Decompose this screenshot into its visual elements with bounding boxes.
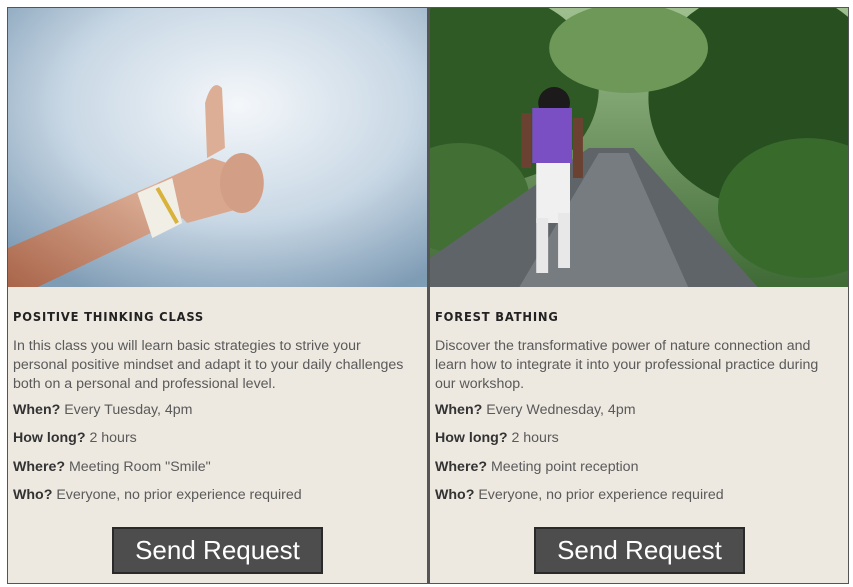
who-value: Everyone, no prior experience required (52, 487, 302, 503)
howlong-row: How long? 2 hours (435, 430, 559, 446)
who-value: Everyone, no prior experience required (474, 487, 724, 503)
where-row: Where? Meeting Room "Smile" (13, 459, 211, 475)
who-row: Who? Everyone, no prior experience requi… (13, 487, 302, 503)
card-description: Discover the transformative power of nat… (435, 338, 819, 392)
where-label: Where? (435, 459, 488, 475)
send-request-button[interactable]: Send Request (112, 527, 323, 574)
class-card-forest-bathing: FOREST BATHING Discover the transformati… (428, 7, 849, 584)
howlong-row: How long? 2 hours (13, 430, 137, 446)
howlong-label: How long? (435, 430, 508, 446)
when-row: When? Every Tuesday, 4pm (13, 402, 193, 418)
when-value: Every Wednesday, 4pm (482, 402, 636, 418)
howlong-value: 2 hours (507, 430, 559, 446)
card-description: In this class you will learn basic strat… (13, 338, 404, 392)
card-body: POSITIVE THINKING CLASS In this class yo… (13, 309, 419, 394)
class-card-positive-thinking: POSITIVE THINKING CLASS In this class yo… (7, 7, 428, 584)
card-title: POSITIVE THINKING CLASS (13, 309, 205, 324)
forest-path-photo (430, 8, 848, 287)
when-label: When? (13, 402, 61, 418)
who-label: Who? (435, 487, 475, 503)
howlong-label: How long? (13, 430, 86, 446)
where-label: Where? (13, 459, 66, 475)
thumbs-up-photo (8, 8, 427, 287)
who-label: Who? (13, 487, 53, 503)
card-body: FOREST BATHING Discover the transformati… (435, 309, 840, 394)
when-value: Every Tuesday, 4pm (60, 402, 193, 418)
where-value: Meeting point reception (487, 459, 639, 475)
who-row: Who? Everyone, no prior experience requi… (435, 487, 724, 503)
when-label: When? (435, 402, 483, 418)
card-title: FOREST BATHING (435, 309, 559, 324)
when-row: When? Every Wednesday, 4pm (435, 402, 636, 418)
howlong-value: 2 hours (85, 430, 137, 446)
where-row: Where? Meeting point reception (435, 459, 638, 475)
class-cards: POSITIVE THINKING CLASS In this class yo… (7, 7, 850, 584)
send-request-button[interactable]: Send Request (534, 527, 745, 574)
where-value: Meeting Room "Smile" (65, 459, 211, 475)
